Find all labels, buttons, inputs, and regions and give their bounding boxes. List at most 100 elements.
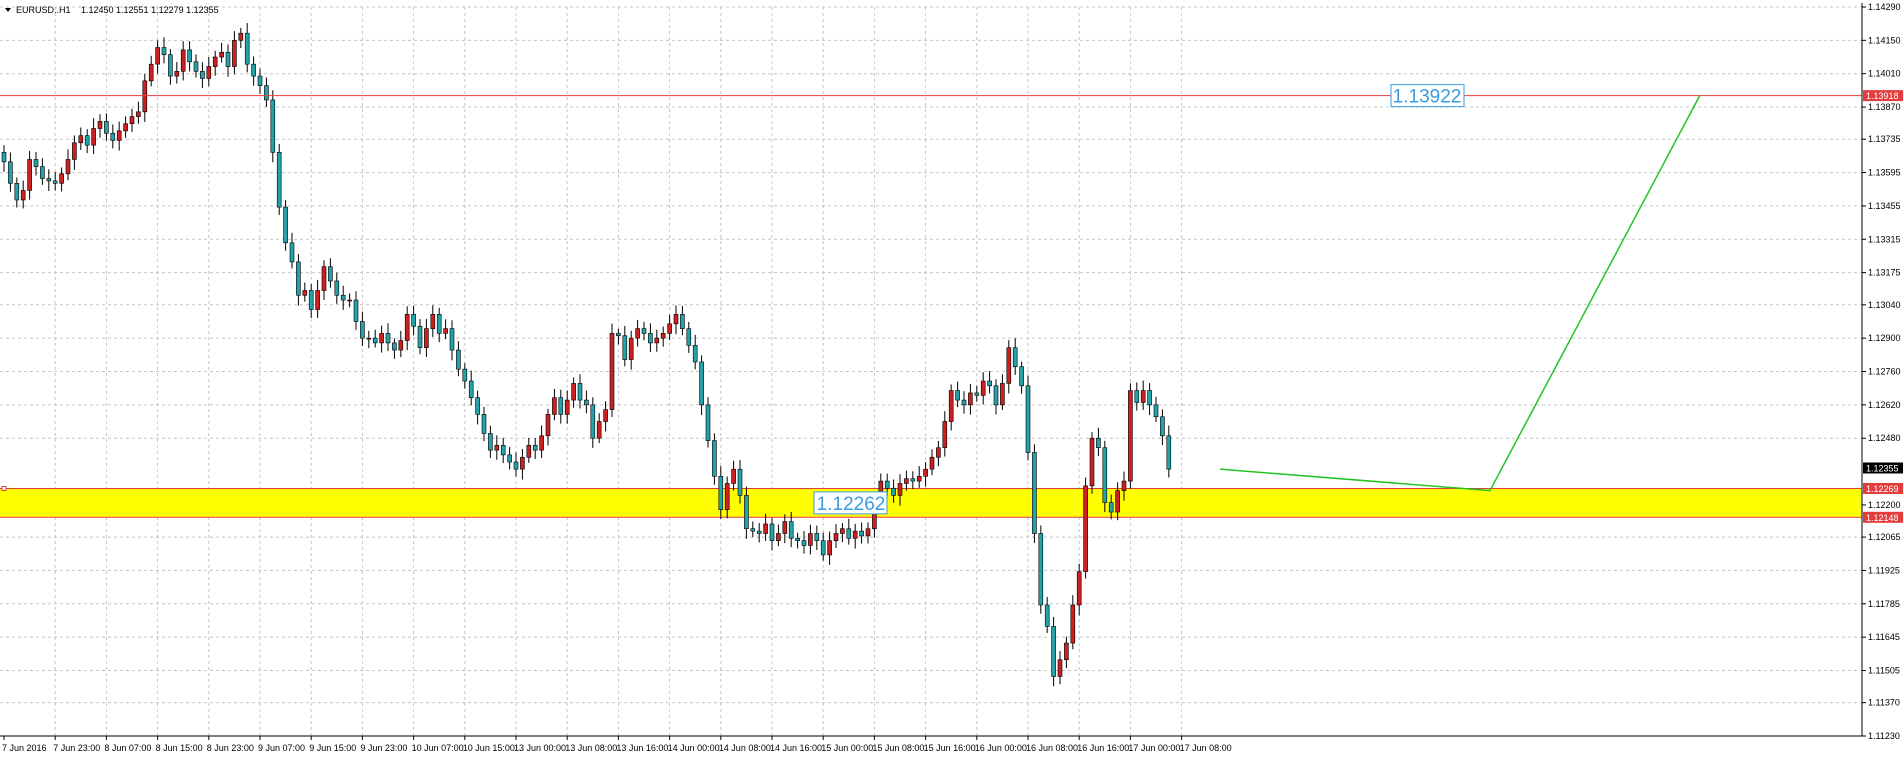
symbol-label: EURUSD..H1 <box>16 5 71 15</box>
candle-bullish <box>20 190 26 201</box>
candle-bearish <box>436 314 442 334</box>
zone-high-price-tag: 1.12269 <box>1866 484 1899 494</box>
candle-bearish <box>52 180 58 184</box>
candle-bullish <box>936 447 941 458</box>
candle-bullish <box>206 66 212 79</box>
candle-bearish <box>481 414 487 434</box>
candle-bearish <box>1012 347 1018 368</box>
candle-bearish <box>244 32 250 65</box>
zone-anchor-handle <box>1 485 7 491</box>
candle-bullish <box>212 56 218 67</box>
candle-bullish <box>833 533 839 541</box>
candle-bearish <box>308 290 314 310</box>
candle-bullish <box>667 323 672 334</box>
candle-bullish <box>142 80 148 113</box>
time-tick-label: 8 Jun 07:00 <box>104 743 151 753</box>
time-tick-label: 13 Jun 08:00 <box>565 743 617 753</box>
resistance-price-tag: 1.13918 <box>1866 91 1899 101</box>
candle-bearish <box>104 121 109 134</box>
ohlc-values: 1.12450 1.12551 1.12279 1.12355 <box>81 5 219 15</box>
candle-bearish <box>161 47 167 55</box>
candle-bullish <box>302 290 308 296</box>
candle-bullish <box>942 421 948 449</box>
candle-bearish <box>270 99 276 153</box>
candle-bearish <box>475 397 480 415</box>
time-tick-label: 16 Jun 16:00 <box>1077 743 1129 753</box>
candle-bearish <box>1 152 7 163</box>
candle-bullish <box>520 456 525 470</box>
candle-bullish <box>404 314 410 341</box>
candle-bullish <box>379 333 384 344</box>
candle-bearish <box>756 530 762 534</box>
candle-bullish <box>1076 571 1082 606</box>
candle-bearish <box>328 266 333 282</box>
candle-bearish <box>718 476 724 510</box>
candle-bearish <box>488 433 493 451</box>
candle-bearish <box>200 71 205 79</box>
candle-bearish <box>296 261 301 296</box>
resistance-label: 1.13922 <box>1393 87 1462 108</box>
candle-bullish <box>91 128 96 146</box>
support-label: 1.12262 <box>817 494 886 515</box>
price-chart[interactable]: 1.13922 1.12262 1.13918 1.12269 1.12148 1.123… <box>0 0 1904 761</box>
time-tick-label: 15 Jun 00:00 <box>821 743 873 753</box>
candle-bearish <box>814 533 820 541</box>
candle-bullish <box>315 290 320 310</box>
candle-bullish <box>116 130 122 141</box>
candle-bullish <box>968 392 973 406</box>
candle-bearish <box>283 206 288 244</box>
projection-path <box>1219 94 1701 492</box>
price-tick-label: 1.13315 <box>1868 234 1901 244</box>
price-tick-label: 1.12200 <box>1868 500 1901 510</box>
candles <box>1 22 1172 687</box>
candle-bearish <box>769 523 775 541</box>
candle-bearish <box>891 487 896 496</box>
time-tick-label: 16 Jun 08:00 <box>1026 743 1078 753</box>
candle-bearish <box>1134 390 1140 403</box>
candle-bearish <box>110 132 116 141</box>
candle-bullish <box>1057 659 1063 677</box>
candle-bullish <box>904 478 909 484</box>
time-axis: 7 Jun 2016 7 Jun 23:00 8 Jun 07:00 8 Jun 15… <box>2 736 1232 753</box>
candle-bearish <box>820 540 826 556</box>
time-tick-label: 8 Jun 23:00 <box>207 743 254 753</box>
candle-bullish <box>59 173 64 184</box>
candle-bullish <box>827 540 832 556</box>
candle-bearish <box>276 152 282 208</box>
candle-bearish <box>372 337 378 344</box>
time-tick-label: 7 Jun 2016 <box>2 743 47 753</box>
candle-bearish <box>500 445 506 456</box>
candle-bullish <box>603 409 608 422</box>
candle-bullish <box>1083 485 1088 572</box>
candle-bullish <box>180 49 186 72</box>
time-tick-label: 14 Jun 08:00 <box>719 743 771 753</box>
time-tick-label: 14 Jun 00:00 <box>668 743 720 753</box>
candle-bearish <box>955 390 960 401</box>
dropdown-triangle-icon[interactable] <box>5 8 11 12</box>
candle-bearish <box>46 178 52 182</box>
price-tick-label: 1.12065 <box>1868 532 1901 542</box>
candle-bullish <box>660 333 666 339</box>
candle-bullish <box>238 32 244 41</box>
price-tick-label: 1.13735 <box>1868 134 1901 144</box>
candle-bearish <box>193 61 199 72</box>
price-tick-label: 1.14150 <box>1868 35 1901 45</box>
candle-bearish <box>622 335 628 360</box>
chart-window[interactable]: 1.13922 1.12262 1.13918 1.12269 1.12148 1.123… <box>0 0 1904 761</box>
support-zone-rect <box>0 488 1862 518</box>
candle-bullish <box>923 468 928 477</box>
candle-bullish <box>347 299 352 302</box>
candle-bullish <box>129 116 135 125</box>
candle-bullish <box>27 159 32 191</box>
candle-bearish <box>1147 390 1152 406</box>
candle-bullish <box>123 123 128 132</box>
candle-bearish <box>462 368 468 382</box>
candle-bearish <box>14 182 20 201</box>
price-tick-label: 1.12620 <box>1868 400 1901 410</box>
candle-bullish <box>545 414 551 437</box>
time-tick-label: 17 Jun 00:00 <box>1128 743 1180 753</box>
candle-bullish <box>174 71 180 77</box>
time-tick-label: 9 Jun 07:00 <box>258 743 305 753</box>
candle-bullish <box>494 445 500 451</box>
candle-bearish <box>8 161 13 184</box>
